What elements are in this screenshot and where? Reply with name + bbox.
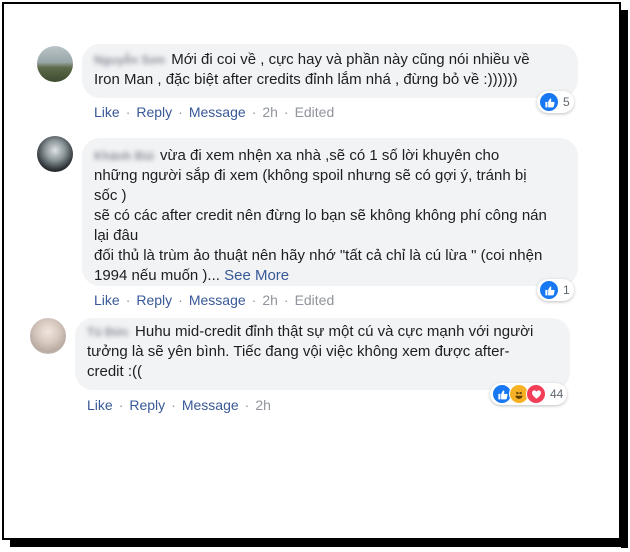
commenter-name[interactable]: Nguyễn Sơn — [94, 50, 165, 70]
like-link[interactable]: Like — [94, 104, 120, 120]
comment-actions: Like · Reply · Message · 2h · Edited — [94, 292, 335, 308]
timestamp[interactable]: 2h — [255, 397, 271, 413]
comment-actions: Like · Reply · Message · 2h — [87, 397, 271, 413]
commenter-name[interactable]: Khánh Bùi — [94, 146, 154, 166]
message-link[interactable]: Message — [182, 397, 239, 413]
reaction-summary[interactable]: 44 — [490, 383, 568, 405]
comment-text-line: sốc ) — [94, 187, 127, 204]
reaction-count: 5 — [563, 95, 570, 109]
reaction-count: 44 — [550, 387, 564, 401]
reply-link[interactable]: Reply — [136, 104, 172, 120]
like-icon — [539, 280, 559, 300]
frame-shadow-bottom — [10, 540, 628, 547]
comment-text-line: tưởng là sẽ yên bình. Tiếc đang vội việc… — [87, 343, 510, 360]
like-link[interactable]: Like — [94, 292, 120, 308]
timestamp[interactable]: 2h — [262, 292, 278, 308]
message-link[interactable]: Message — [189, 292, 246, 308]
comment-text-line: Mới đi coi về , cực hay và phần này cũng… — [171, 51, 530, 68]
comment-text-line: 1994 nếu muốn )... — [94, 267, 220, 284]
comment-text-line: sẽ có các after credit nên đừng lo bạn s… — [94, 207, 547, 224]
commenter-name[interactable]: Tú Đức — [87, 322, 129, 342]
reaction-summary[interactable]: 1 — [537, 279, 574, 301]
edited-label[interactable]: Edited — [295, 292, 335, 308]
message-link[interactable]: Message — [189, 104, 246, 120]
timestamp[interactable]: 2h — [262, 104, 278, 120]
comment-bubble: Nguyễn Sơn Mới đi coi về , cực hay và phầ… — [82, 44, 578, 98]
comment-bubble: Tú Đức Huhu mid-credit đỉnh thật sự một c… — [75, 318, 570, 390]
avatar[interactable] — [37, 46, 73, 82]
comment-text-line: credit :(( — [87, 363, 143, 380]
comment-actions: Like · Reply · Message · 2h · Edited — [94, 104, 335, 120]
avatar[interactable] — [30, 318, 66, 354]
watermark — [290, 260, 362, 290]
avatar[interactable] — [37, 136, 73, 172]
comment-text-line: lại đâu — [94, 227, 139, 244]
frame-shadow-right — [621, 10, 628, 548]
reaction-count: 1 — [563, 283, 570, 297]
like-icon — [539, 92, 559, 112]
love-icon — [526, 384, 546, 404]
reply-link[interactable]: Reply — [129, 397, 165, 413]
comment-text-line: Iron Man , đặc biệt after credits đỉnh l… — [94, 71, 518, 88]
comment-text-line: những người sắp đi xem (không spoil nhưn… — [94, 167, 527, 184]
comment-text-line: Huhu mid-credit đỉnh thật sự một cú và c… — [135, 323, 534, 340]
like-link[interactable]: Like — [87, 397, 113, 413]
reaction-summary[interactable]: 5 — [537, 91, 574, 113]
see-more-link[interactable]: See More — [224, 267, 289, 284]
comment-text-line: vừa đi xem nhện xa nhà ,sẽ có 1 số lời k… — [160, 147, 500, 164]
edited-label[interactable]: Edited — [295, 104, 335, 120]
reply-link[interactable]: Reply — [136, 292, 172, 308]
